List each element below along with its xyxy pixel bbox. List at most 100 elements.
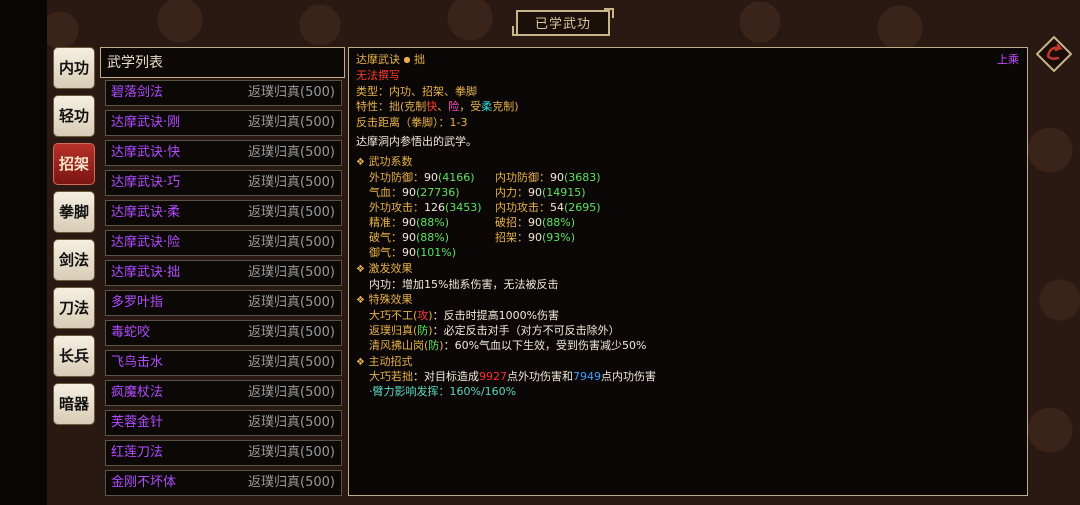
diamond-icon: ❖	[356, 295, 365, 306]
skill-name: 达摩武诀	[356, 53, 400, 66]
list-item[interactable]: 金刚不坏体 返璞归真(500)	[105, 470, 342, 496]
skill-detail-panel: 达摩武诀 ● 拙 上乘 无法撰写 类型：内功、招架、拳脚 特性：拙(克制快、险，…	[348, 47, 1028, 496]
list-item[interactable]: 达摩武诀·刚 返璞归真(500)	[105, 110, 342, 136]
skill-level: 返璞归真(500)	[248, 325, 335, 340]
back-arrow-icon[interactable]	[1036, 36, 1072, 72]
special-row: 返璞归真(防)：必定反击对手（对方不可反击除外）	[369, 324, 620, 337]
list-item[interactable]: 疯魔杖法 返璞归真(500)	[105, 380, 342, 406]
skill-name: 达摩武诀·快	[111, 145, 181, 160]
list-item[interactable]: 芙蓉金针 返璞归真(500)	[105, 410, 342, 436]
equip-label[interactable]: 上乘	[997, 52, 1019, 67]
skill-level: 返璞归真(500)	[248, 145, 335, 160]
special-row: 大巧不工(攻)：反击时提高1000%伤害	[369, 309, 560, 322]
tab-anqi[interactable]: 暗器	[53, 383, 95, 425]
skill-name: 达摩武诀·险	[111, 235, 181, 250]
list-item[interactable]: 多罗叶指 返璞归真(500)	[105, 290, 342, 316]
title-corner-ornament	[604, 8, 614, 18]
skill-level: 返璞归真(500)	[248, 175, 335, 190]
list-item[interactable]: 红莲刀法 返璞归真(500)	[105, 440, 342, 466]
arm-line: ·臂力影响发挥：160%/160%	[369, 385, 517, 398]
tab-jianfa[interactable]: 剑法	[53, 239, 95, 281]
special-header: ❖ 特殊效果	[356, 293, 413, 306]
skill-level: 返璞归真(500)	[248, 295, 335, 310]
list-item[interactable]: 达摩武诀·拙 返璞归真(500)	[105, 260, 342, 286]
skill-title: 达摩武诀 ● 拙	[356, 52, 425, 67]
left-edge-strip	[0, 0, 47, 505]
diamond-icon: ❖	[356, 264, 365, 275]
skill-variant: 拙	[413, 53, 425, 66]
page-title: 已学武功	[516, 10, 610, 36]
skill-name: 碧落剑法	[111, 85, 164, 100]
diamond-icon: ❖	[356, 357, 365, 368]
skill-level: 返璞归真(500)	[248, 205, 335, 220]
stat-row: 破招：90(88%)	[495, 216, 576, 229]
trait-suffix: 克制)	[492, 100, 519, 113]
trait-fast: 快	[426, 100, 438, 113]
range-line: 反击距离（拳脚）：1-3	[356, 116, 468, 129]
skill-name: 达摩武诀·柔	[111, 205, 181, 220]
list-item[interactable]: 达摩武诀·快 返璞归真(500)	[105, 140, 342, 166]
trait-sep: 、	[437, 100, 449, 113]
trait-line: 特性：拙(克制快、险，受柔克制)	[356, 99, 519, 114]
skill-name: 金刚不坏体	[111, 475, 177, 490]
trait-risk: 险	[448, 100, 460, 113]
active-header: ❖ 主动招式	[356, 355, 413, 368]
stat-row: 破气：90(88%)	[369, 231, 450, 244]
stat-row: 气血：90(27736)	[369, 186, 460, 199]
diamond-icon: ❖	[356, 157, 365, 168]
list-item[interactable]: 毒蛇咬 返璞归真(500)	[105, 320, 342, 346]
trait-mid: ，受	[459, 100, 482, 113]
skill-name: 达摩武诀·巧	[111, 175, 181, 190]
skill-list[interactable]: 碧落剑法 返璞归真(500) 达摩武诀·刚 返璞归真(500) 达摩武诀·快 返璞归真…	[100, 80, 345, 500]
stat-row: 招架：90(93%)	[495, 231, 576, 244]
stat-row: 御气：90(101%)	[369, 246, 457, 259]
skill-level: 返璞归真(500)	[248, 445, 335, 460]
skill-level: 返璞归真(500)	[248, 265, 335, 280]
skill-name: 达摩武诀·拙	[111, 265, 181, 280]
skill-name: 红莲刀法	[111, 445, 164, 460]
stat-row: 内力：90(14915)	[495, 186, 586, 199]
skill-level: 返璞归真(500)	[248, 85, 335, 100]
trigger-header: ❖ 激发效果	[356, 262, 413, 275]
stat-row: 外功防御：90(4166)	[369, 171, 475, 184]
skill-name: 疯魔杖法	[111, 385, 164, 400]
skill-name: 芙蓉金针	[111, 415, 164, 430]
skill-level: 返璞归真(500)	[248, 415, 335, 430]
cannot-write-note: 无法撰写	[356, 69, 400, 82]
skill-level: 返璞归真(500)	[248, 355, 335, 370]
stat-row: 内功攻击：54(2695)	[495, 201, 601, 214]
tab-quanjiao[interactable]: 拳脚	[53, 191, 95, 233]
list-header: 武学列表	[100, 47, 345, 78]
skill-name: 毒蛇咬	[111, 325, 151, 340]
skill-level: 返璞归真(500)	[248, 385, 335, 400]
tab-zhaojia[interactable]: 招架	[53, 143, 95, 185]
list-item[interactable]: 飞鸟击水 返璞归真(500)	[105, 350, 342, 376]
skill-level: 返璞归真(500)	[248, 475, 335, 490]
skill-level: 返璞归真(500)	[248, 235, 335, 250]
tab-daofa[interactable]: 刀法	[53, 287, 95, 329]
type-line: 类型：内功、招架、拳脚	[356, 85, 477, 98]
list-item[interactable]: 达摩武诀·险 返璞归真(500)	[105, 230, 342, 256]
list-item[interactable]: 碧落剑法 返璞归真(500)	[105, 80, 342, 106]
description: 达摩洞内参悟出的武学。	[356, 135, 477, 148]
list-item[interactable]: 达摩武诀·巧 返璞归真(500)	[105, 170, 342, 196]
tab-qinggong[interactable]: 轻功	[53, 95, 95, 137]
skill-name: 达摩武诀·刚	[111, 115, 181, 130]
tab-neigong[interactable]: 内功	[53, 47, 95, 89]
stat-row: 外功攻击：126(3453)	[369, 201, 482, 214]
stat-row: 内功防御：90(3683)	[495, 171, 601, 184]
trait-prefix: 特性：拙(克制	[356, 100, 427, 113]
title-corner-ornament	[512, 26, 522, 36]
coef-header: ❖ 武功系数	[356, 155, 413, 168]
stat-row: 精准：90(88%)	[369, 216, 450, 229]
skill-name: 多罗叶指	[111, 295, 164, 310]
skill-level: 返璞归真(500)	[248, 115, 335, 130]
tab-changbing[interactable]: 长兵	[53, 335, 95, 377]
trait-soft: 柔	[481, 100, 493, 113]
skill-name: 飞鸟击水	[111, 355, 164, 370]
dot-icon: ●	[403, 55, 411, 64]
special-row: 清风拂山岗(防)：60%气血以下生效，受到伤害减少50%	[369, 339, 647, 352]
active-skill-line: 大巧若拙：对目标造成9927点外功伤害和7949点内功伤害	[369, 370, 656, 383]
list-item[interactable]: 达摩武诀·柔 返璞归真(500)	[105, 200, 342, 226]
trigger-line: 内功：增加15%拙系伤害，无法被反击	[369, 278, 559, 291]
